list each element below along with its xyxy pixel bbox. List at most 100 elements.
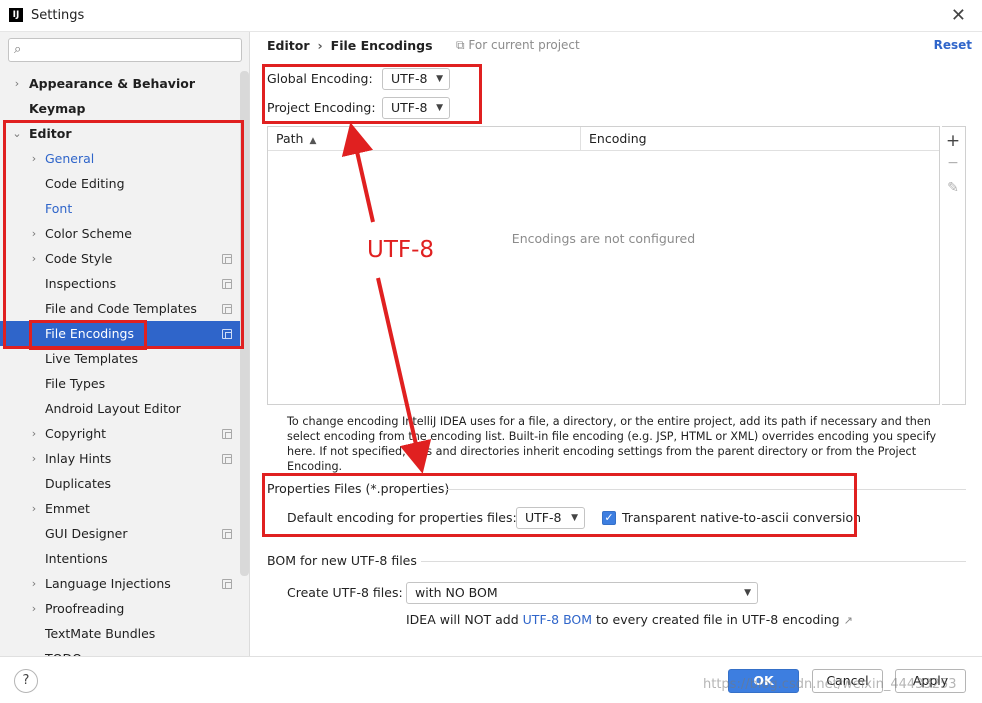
sidebar-item-emmet[interactable]: › Emmet (0, 496, 240, 521)
project-scope-label: For current project (468, 38, 580, 52)
bom-note-prefix: IDEA will NOT add (406, 612, 523, 627)
sidebar-item-label: Copyright (45, 426, 107, 441)
sidebar-item-label: GUI Designer (45, 526, 128, 541)
sidebar-item-proofreading[interactable]: › Proofreading (0, 596, 240, 621)
sidebar-item-label: Code Editing (45, 176, 125, 191)
sidebar-item-label: General (45, 151, 95, 166)
sidebar-item-editor[interactable]: ⌄ Editor (0, 121, 240, 146)
sidebar-item-code-editing[interactable]: Code Editing (0, 171, 240, 196)
table-toolbar: + − ✎ (942, 126, 966, 405)
chevron-right-icon[interactable]: › (28, 421, 40, 446)
close-icon[interactable]: ✕ (951, 5, 966, 26)
breadcrumb: Editor › File Encodings (267, 38, 433, 53)
sidebar-item-language-injections[interactable]: › Language Injections (0, 571, 240, 596)
create-utf8-label: Create UTF-8 files: (287, 585, 403, 600)
native-to-ascii-label[interactable]: Transparent native-to-ascii conversion (622, 510, 861, 526)
sidebar-item-label: File Encodings (45, 326, 135, 341)
add-icon[interactable]: + (942, 131, 964, 151)
remove-icon[interactable]: − (942, 155, 964, 171)
sidebar-item-label: Proofreading (45, 601, 125, 616)
column-path-label: Path (276, 131, 304, 146)
properties-encoding-select[interactable]: UTF-8 ▼ (516, 507, 585, 529)
help-button[interactable]: ? (14, 669, 38, 693)
intellij-app-icon: IJ (9, 8, 23, 22)
dropdown-arrow-icon: ▼ (571, 513, 578, 523)
sidebar-item-live-templates[interactable]: Live Templates (0, 346, 240, 371)
dropdown-arrow-icon: ▼ (436, 103, 443, 113)
sidebar-item-textmate-bundles[interactable]: TextMate Bundles (0, 621, 240, 646)
sidebar-item-label: Duplicates (45, 476, 112, 491)
project-scope-note: ⧉ For current project (456, 38, 580, 53)
utf8-bom-link[interactable]: UTF-8 BOM (523, 612, 592, 627)
sidebar-item-label: Keymap (29, 101, 86, 116)
project-scope-icon (222, 329, 232, 339)
table-header: Path ▲ Encoding (268, 127, 939, 151)
sidebar-item-label: Appearance & Behavior (29, 76, 195, 91)
sidebar-item-general[interactable]: › General (0, 146, 240, 171)
chevron-right-icon[interactable]: › (28, 221, 40, 246)
default-properties-encoding-label: Default encoding for properties files: (287, 510, 517, 525)
column-header-encoding[interactable]: Encoding (581, 127, 939, 151)
sidebar-item-font[interactable]: Font (0, 196, 240, 221)
sidebar-item-label: Inlay Hints (45, 451, 112, 466)
native-to-ascii-checkbox[interactable]: ✓ (602, 511, 616, 525)
sidebar-item-color-scheme[interactable]: › Color Scheme (0, 221, 240, 246)
sidebar-item-inlay-hints[interactable]: › Inlay Hints (0, 446, 240, 471)
sidebar-item-inspections[interactable]: Inspections (0, 271, 240, 296)
sidebar-item-keymap[interactable]: Keymap (0, 96, 240, 121)
breadcrumb-separator-icon: › (317, 38, 323, 53)
project-encoding-row: Project Encoding: (267, 97, 382, 119)
chevron-right-icon[interactable]: › (28, 246, 40, 271)
project-scope-icon (222, 579, 232, 589)
bom-section-title: BOM for new UTF-8 files (267, 553, 417, 568)
chevron-right-icon[interactable]: › (28, 146, 40, 171)
sidebar-item-code-style[interactable]: › Code Style (0, 246, 240, 271)
encoding-help-text: To change encoding IntelliJ IDEA uses fo… (287, 415, 937, 473)
sidebar-item-label: Android Layout Editor (45, 401, 181, 416)
external-link-icon[interactable]: ↗ (844, 614, 853, 627)
sidebar-item-label: TextMate Bundles (45, 626, 156, 641)
sidebar-item-intentions[interactable]: Intentions (0, 546, 240, 571)
sidebar-item-file-and-code-templates[interactable]: File and Code Templates (0, 296, 240, 321)
sidebar-item-label: Font (45, 201, 73, 216)
project-encoding-value: UTF-8 (391, 100, 428, 115)
encodings-table[interactable]: Path ▲ Encoding Encodings are not configu… (267, 126, 940, 405)
edit-icon[interactable]: ✎ (942, 180, 964, 196)
breadcrumb-parent[interactable]: Editor (267, 38, 310, 53)
sidebar-item-label: Language Injections (45, 576, 171, 591)
column-header-path[interactable]: Path ▲ (268, 127, 581, 151)
chevron-down-icon[interactable]: ⌄ (11, 121, 23, 146)
sidebar-item-appearance-behavior[interactable]: › Appearance & Behavior (0, 71, 240, 96)
bom-select[interactable]: with NO BOM ▼ (406, 582, 758, 604)
global-encoding-row: Global Encoding: (267, 68, 382, 90)
settings-search[interactable]: ⌕ (8, 38, 242, 62)
chevron-right-icon[interactable]: › (28, 571, 40, 596)
sidebar-item-todo[interactable]: TODO (0, 646, 240, 656)
chevron-right-icon[interactable]: › (28, 496, 40, 521)
column-encoding-label: Encoding (589, 131, 647, 146)
sort-ascending-icon: ▲ (309, 136, 317, 146)
reset-link[interactable]: Reset (934, 38, 972, 52)
settings-sidebar: ⌕ › Appearance & Behavior Keymap ⌄ Editor › Ge… (0, 32, 250, 656)
global-encoding-select[interactable]: UTF-8 ▼ (382, 68, 450, 90)
sidebar-item-file-types[interactable]: File Types (0, 371, 240, 396)
sidebar-scrollbar[interactable] (240, 71, 249, 576)
sidebar-item-duplicates[interactable]: Duplicates (0, 471, 240, 496)
search-icon: ⌕ (14, 42, 22, 57)
project-scope-icon (222, 304, 232, 314)
properties-encoding-value: UTF-8 (525, 510, 562, 525)
search-input[interactable] (35, 42, 235, 58)
sidebar-item-file-encodings[interactable]: File Encodings (0, 321, 249, 346)
project-scope-icon (222, 254, 232, 264)
sidebar-item-android-layout-editor[interactable]: Android Layout Editor (0, 396, 240, 421)
window-title: Settings (31, 8, 85, 23)
sidebar-item-gui-designer[interactable]: GUI Designer (0, 521, 240, 546)
project-encoding-select[interactable]: UTF-8 ▼ (382, 97, 450, 119)
chevron-right-icon[interactable]: › (28, 596, 40, 621)
sidebar-item-label: Emmet (45, 501, 90, 516)
chevron-right-icon[interactable]: › (11, 71, 23, 96)
chevron-right-icon[interactable]: › (28, 446, 40, 471)
file-encodings-panel: Editor › File Encodings ⧉ For current proj… (251, 32, 982, 656)
project-scope-icon (222, 279, 232, 289)
sidebar-item-copyright[interactable]: › Copyright (0, 421, 240, 446)
